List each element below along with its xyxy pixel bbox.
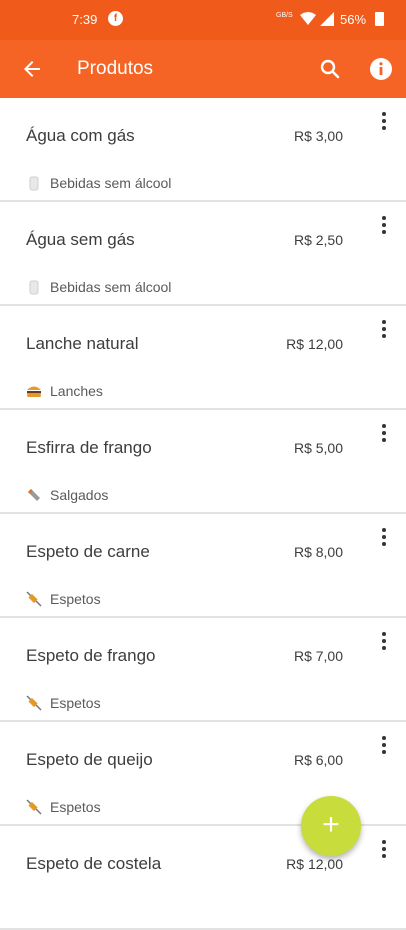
list-item[interactable]: Espeto de carne R$ 8,00 Espetos: [0, 514, 406, 618]
battery-icon: [375, 12, 384, 26]
list-item[interactable]: Esfirra de frango R$ 5,00 Salgados: [0, 410, 406, 514]
bottle-icon: [29, 176, 39, 191]
plus-icon: +: [322, 808, 340, 841]
bottle-icon: [29, 280, 39, 295]
product-category: Lanches: [26, 383, 103, 399]
list-item[interactable]: Água sem gás R$ 2,50 Bebidas sem álcool: [0, 202, 406, 306]
category-label: Espetos: [50, 591, 101, 607]
burger-icon: [27, 386, 41, 397]
wifi-icon: [300, 12, 316, 25]
product-price: R$ 7,00: [293, 648, 343, 664]
product-name: Espeto de queijo: [26, 750, 153, 769]
product-category: Espetos: [26, 799, 101, 815]
info-icon[interactable]: [369, 57, 393, 81]
signal-icon: [320, 12, 334, 26]
product-name: Espeto de carne: [26, 542, 150, 561]
network-speed: GB/S: [276, 12, 293, 19]
product-price: R$ 2,50: [293, 232, 343, 248]
product-price: R$ 12,00: [286, 856, 343, 872]
product-name: Água sem gás: [26, 230, 135, 249]
search-icon[interactable]: [318, 57, 342, 81]
category-label: Lanches: [50, 383, 103, 399]
category-label: Espetos: [50, 695, 101, 711]
list-item[interactable]: Espeto de frango R$ 7,00 Espetos: [0, 618, 406, 722]
category-label: Bebidas sem álcool: [50, 279, 172, 295]
more-options-icon[interactable]: [376, 320, 392, 342]
page-title: Produtos: [77, 58, 154, 79]
notification-badge-icon: f: [108, 11, 123, 26]
status-time: 7:39: [72, 12, 98, 27]
skewer-icon: [26, 695, 42, 711]
app-bar: Produtos: [0, 40, 406, 98]
back-arrow-icon[interactable]: [20, 57, 44, 81]
product-price: R$ 12,00: [286, 336, 343, 352]
product-price: R$ 6,00: [293, 752, 343, 768]
product-category: Bebidas sem álcool: [26, 279, 171, 295]
product-name: Lanche natural: [26, 334, 139, 353]
product-category: Espetos: [26, 695, 101, 711]
more-options-icon[interactable]: [376, 216, 392, 238]
more-options-icon[interactable]: [376, 528, 392, 550]
skewer-icon: [26, 591, 42, 607]
battery-percent: 56%: [340, 12, 367, 27]
category-label: Espetos: [50, 799, 101, 815]
product-name: Espeto de costela: [26, 854, 162, 873]
list-item[interactable]: Água com gás R$ 3,00 Bebidas sem álcool: [0, 98, 406, 202]
more-options-icon[interactable]: [376, 424, 392, 446]
product-category: Espetos: [26, 591, 101, 607]
more-options-icon[interactable]: [376, 840, 392, 862]
category-label: Salgados: [50, 487, 109, 503]
category-label: Bebidas sem álcool: [50, 175, 172, 191]
product-price: R$ 5,00: [293, 440, 343, 456]
product-name: Água com gás: [26, 126, 135, 145]
more-options-icon[interactable]: [376, 632, 392, 654]
savory-icon: [28, 489, 40, 501]
product-price: R$ 8,00: [293, 544, 343, 560]
product-price: R$ 3,00: [293, 128, 343, 144]
skewer-icon: [26, 799, 42, 815]
list-item[interactable]: Lanche natural R$ 12,00 Lanches: [0, 306, 406, 410]
product-name: Espeto de frango: [26, 646, 156, 665]
product-category: Bebidas sem álcool: [26, 175, 171, 191]
product-name: Esfirra de frango: [26, 438, 152, 457]
add-product-button[interactable]: +: [301, 796, 361, 856]
product-category: Salgados: [26, 487, 108, 503]
more-options-icon[interactable]: [376, 736, 392, 758]
more-options-icon[interactable]: [376, 112, 392, 134]
status-bar: 7:39 f GB/S 56%: [0, 0, 406, 40]
